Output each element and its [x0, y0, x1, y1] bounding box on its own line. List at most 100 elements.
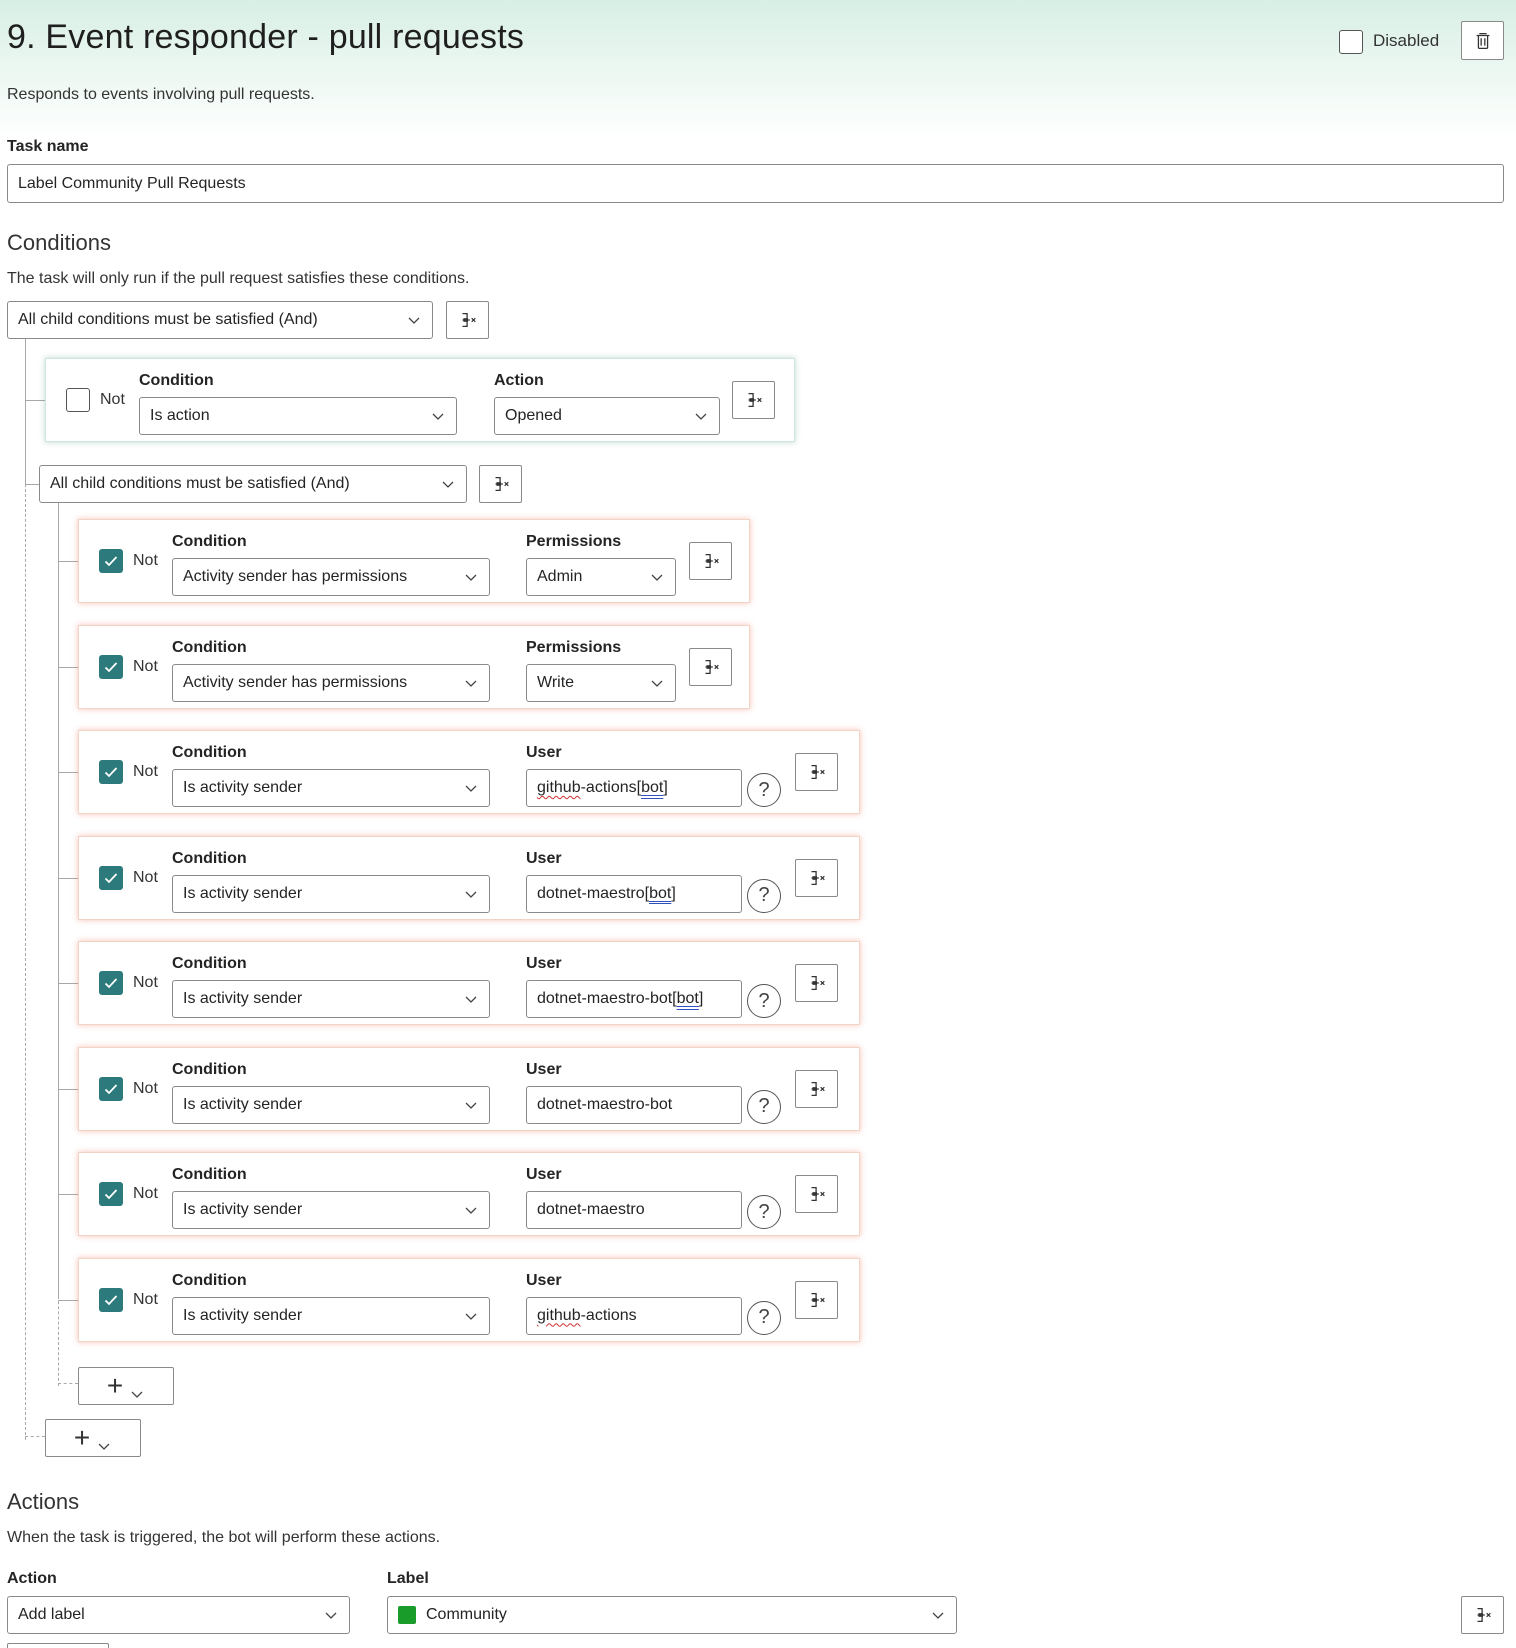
user-input[interactable]: github-actions[bot]	[526, 769, 742, 807]
action-param-value: Opened	[505, 407, 562, 424]
help-icon[interactable]: ?	[747, 1089, 781, 1124]
not-checkbox[interactable]	[99, 971, 123, 995]
remove-condition-button[interactable]	[795, 753, 838, 791]
remove-condition-button[interactable]	[795, 858, 838, 897]
condition-select[interactable]: Is action	[139, 397, 457, 435]
chevron-down-icon	[129, 1378, 145, 1398]
condition-select[interactable]: Activity sender has permissions	[172, 558, 490, 596]
root-operator-value: All child conditions must be satisfied (…	[18, 311, 318, 328]
checkmark-icon	[104, 1083, 118, 1094]
condition-value: Is activity sender	[183, 884, 303, 902]
user-input[interactable]: dotnet-maestro[bot]	[526, 874, 742, 913]
help-icon[interactable]: ?	[747, 773, 781, 807]
tree-branch	[58, 877, 78, 879]
not-checkbox[interactable]	[66, 388, 90, 412]
condition-select[interactable]: Is activity sender	[172, 980, 490, 1018]
chevron-down-icon	[96, 1430, 112, 1450]
not-checkbox[interactable]	[99, 1076, 123, 1101]
add-root-condition-button[interactable]: +	[45, 1419, 141, 1457]
tree-branch	[58, 1088, 78, 1090]
disabled-checkbox[interactable]	[1339, 30, 1363, 54]
chevron-down-icon	[463, 780, 479, 796]
user-input[interactable]: dotnet-maestro-bot	[526, 1085, 742, 1124]
remove-condition-button[interactable]	[689, 542, 732, 580]
not-checkbox[interactable]	[99, 865, 123, 890]
condition-value: Is action	[150, 407, 210, 424]
remove-condition-button[interactable]	[795, 1175, 838, 1213]
condition-select[interactable]: Is activity sender	[172, 1085, 490, 1124]
action-select[interactable]: Add label	[7, 1596, 350, 1634]
remove-condition-button[interactable]	[732, 381, 775, 419]
condition-label: Condition	[172, 955, 247, 972]
action-value: Add label	[18, 1606, 85, 1623]
permissions-select[interactable]: Admin	[526, 558, 676, 596]
not-checkbox[interactable]	[99, 549, 123, 573]
not-label: Not	[133, 763, 158, 780]
help-icon[interactable]: ?	[747, 1300, 781, 1335]
task-name-input[interactable]: Label Community Pull Requests	[7, 164, 1504, 203]
user-input[interactable]: dotnet-maestro	[526, 1191, 742, 1229]
condition-card: Not Condition Activity sender has permis…	[78, 519, 750, 603]
remove-condition-button[interactable]	[795, 964, 838, 1002]
not-checkbox[interactable]	[99, 1182, 123, 1206]
not-checkbox[interactable]	[99, 654, 123, 679]
help-icon[interactable]: ?	[747, 984, 781, 1018]
condition-label: Condition	[172, 533, 247, 550]
user-value: github-actions[bot]	[537, 779, 668, 796]
not-checkbox[interactable]	[99, 760, 123, 784]
remove-condition-icon	[811, 1292, 825, 1307]
tree-branch	[58, 1299, 78, 1301]
not-label: Not	[133, 552, 158, 569]
action-param-select[interactable]: Opened	[494, 397, 720, 435]
remove-nested-operator-button[interactable]	[479, 465, 522, 503]
add-action-button[interactable]	[7, 1643, 109, 1648]
param-label: User	[526, 1271, 562, 1289]
action-param-label: Action	[494, 372, 544, 389]
condition-card-is-action: Not Condition Is action Action Opened	[45, 358, 795, 442]
conditions-title: Conditions	[7, 230, 111, 255]
help-icon[interactable]: ?	[747, 1195, 781, 1229]
condition-value: Is activity sender	[183, 990, 303, 1007]
condition-select[interactable]: Is activity sender	[172, 1191, 490, 1229]
remove-condition-button[interactable]	[689, 647, 732, 686]
condition-card: Not Condition Is activity sender User gi…	[78, 730, 860, 814]
condition-select[interactable]: Is activity sender	[172, 769, 490, 807]
condition-select[interactable]: Activity sender has permissions	[172, 663, 490, 702]
permissions-value: Write	[537, 673, 575, 691]
root-operator-select[interactable]: All child conditions must be satisfied (…	[7, 301, 433, 339]
condition-value: Is activity sender	[183, 1095, 303, 1113]
condition-value: Activity sender has permissions	[183, 568, 408, 585]
remove-condition-button[interactable]	[795, 1069, 838, 1108]
plus-icon: +	[73, 1422, 91, 1453]
label-select[interactable]: Community	[387, 1596, 957, 1634]
nested-operator-select[interactable]: All child conditions must be satisfied (…	[39, 465, 467, 503]
label-color-swatch	[398, 1606, 416, 1624]
chevron-down-icon	[693, 408, 709, 424]
tree-branch	[58, 561, 78, 562]
condition-value: Is activity sender	[183, 779, 303, 796]
condition-label: Condition	[172, 849, 247, 867]
remove-root-condition-button[interactable]	[446, 301, 489, 339]
remove-action-button[interactable]	[1461, 1596, 1504, 1634]
condition-select[interactable]: Is activity sender	[172, 1296, 490, 1335]
help-icon[interactable]: ?	[747, 878, 781, 913]
tree-line	[58, 501, 59, 1296]
param-label: User	[526, 1166, 562, 1183]
checkmark-icon	[104, 1189, 118, 1200]
condition-card: Not Condition Is activity sender User do…	[78, 1152, 860, 1236]
remove-condition-button[interactable]	[795, 1280, 838, 1319]
not-label: Not	[100, 391, 125, 408]
not-checkbox[interactable]	[99, 1287, 123, 1312]
user-input[interactable]: dotnet-maestro-bot[bot]	[526, 980, 742, 1018]
task-name-value: Label Community Pull Requests	[18, 174, 246, 192]
condition-select[interactable]: Is activity sender	[172, 874, 490, 913]
permissions-select[interactable]: Write	[526, 663, 676, 702]
param-label: Permissions	[526, 533, 622, 550]
page-subtitle: Responds to events involving pull reques…	[7, 86, 315, 103]
delete-icon	[1476, 32, 1489, 49]
chevron-down-icon	[649, 675, 665, 691]
delete-task-button[interactable]	[1461, 21, 1504, 60]
user-input[interactable]: github-actions	[526, 1296, 742, 1335]
add-nested-condition-button[interactable]: +	[78, 1367, 174, 1405]
page-title: 9. Event responder - pull requests	[7, 18, 525, 56]
